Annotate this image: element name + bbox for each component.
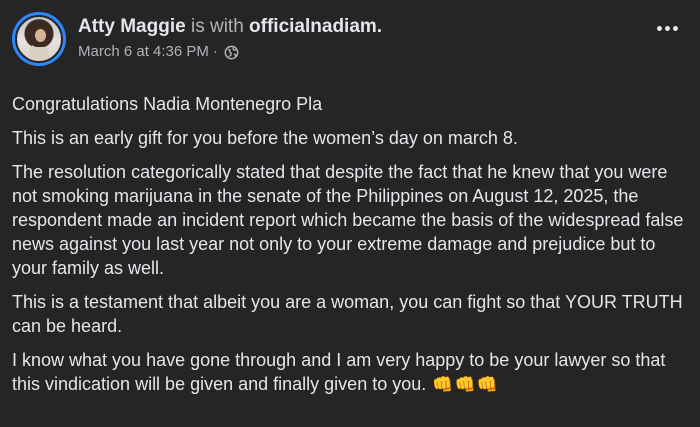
facebook-post: Atty Maggie is with officialnadiam. Marc… (0, 0, 700, 427)
globe-icon[interactable] (224, 45, 239, 60)
post-meta: March 6 at 4:36 PM · (78, 42, 239, 62)
meta-separator: · (212, 43, 218, 60)
oncoming-fist-icon: 👊 (454, 375, 476, 394)
post-paragraph: I know what you have gone through and I … (12, 348, 684, 396)
post-paragraph: Congratulations Nadia Montenegro Pla (12, 94, 323, 114)
more-horizontal-icon[interactable] (657, 26, 678, 31)
emoji-group: 👊👊👊 (431, 374, 498, 394)
post-title-line: Atty Maggie is with officialnadiam. (78, 16, 382, 38)
post-header: Atty Maggie is with officialnadiam. Marc… (0, 12, 700, 72)
avatar-image (15, 15, 63, 63)
post-paragraph-text: I know what you have gone through and I … (12, 350, 666, 394)
post-paragraph: This is a testament that albeit you are … (12, 292, 683, 336)
post-body: Congratulations Nadia Montenegro Pla Thi… (0, 92, 700, 396)
post-paragraph: The resolution categorically stated that… (12, 162, 684, 278)
tagged-user[interactable]: officialnadiam. (249, 16, 382, 37)
post-timestamp[interactable]: March 6 at 4:36 PM (78, 42, 209, 62)
with-text: is with (190, 16, 244, 37)
oncoming-fist-icon: 👊 (476, 375, 498, 394)
oncoming-fist-icon: 👊 (432, 375, 454, 394)
author-name[interactable]: Atty Maggie (78, 16, 186, 37)
avatar[interactable] (12, 12, 66, 66)
post-paragraph: This is an early gift for you before the… (12, 128, 518, 148)
